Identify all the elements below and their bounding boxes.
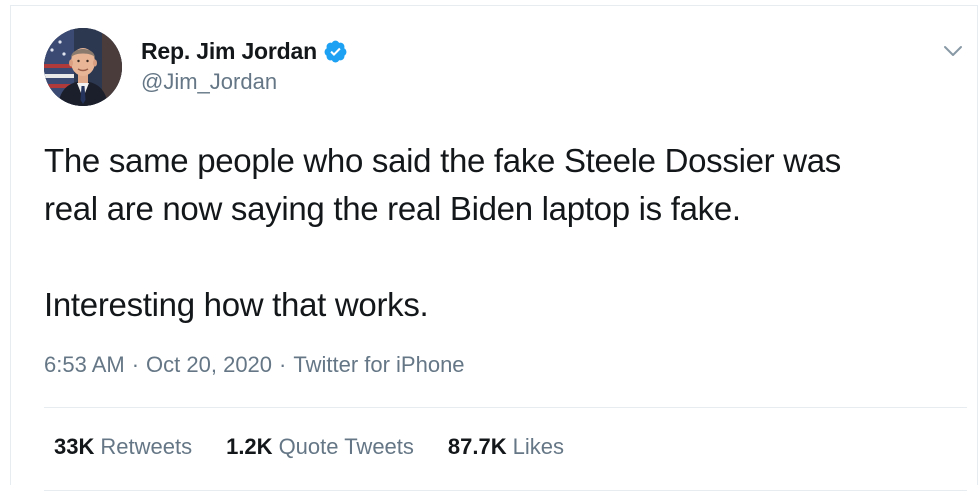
tweet-stats: 33K Retweets 1.2K Quote Tweets 87.7K Lik… [54, 434, 564, 460]
tweet-text-line-1: The same people who said the fake Steele… [44, 142, 842, 179]
author-handle[interactable]: @Jim_Jordan [141, 69, 277, 95]
quote-tweets-stat[interactable]: 1.2K Quote Tweets [226, 434, 414, 460]
tweet-text: The same people who said the fake Steele… [44, 137, 954, 329]
divider [44, 407, 967, 408]
retweets-label: Retweets [100, 434, 193, 459]
retweets-count: 33K [54, 434, 95, 459]
bottom-divider [44, 490, 967, 491]
tweet-text-paragraph-2: Interesting how that works. [44, 286, 429, 323]
retweets-stat[interactable]: 33K Retweets [54, 434, 192, 460]
tweet-time[interactable]: 6:53 AM [44, 352, 125, 378]
chevron-down-icon[interactable] [942, 42, 964, 60]
avatar-image [44, 28, 122, 106]
tweet-date[interactable]: Oct 20, 2020 [146, 352, 272, 378]
profile-avatar[interactable] [44, 28, 122, 106]
quote-tweets-count: 1.2K [226, 434, 273, 459]
tweet-source[interactable]: Twitter for iPhone [293, 352, 464, 378]
meta-separator: · [279, 352, 287, 377]
likes-label: Likes [512, 434, 564, 459]
tweet-card: Rep. Jim Jordan @Jim_Jordan The same peo… [10, 5, 978, 491]
meta-separator: · [131, 352, 140, 377]
author-display-name[interactable]: Rep. Jim Jordan [141, 38, 317, 65]
likes-count: 87.7K [447, 434, 507, 459]
verified-badge-icon [324, 40, 347, 63]
likes-stat[interactable]: 87.7K Likes [448, 434, 564, 460]
author-name-row: Rep. Jim Jordan [141, 38, 348, 65]
tweet-text-line-2: real are now saying the real Biden lapto… [44, 190, 741, 227]
tweet-meta: 6:53 AM · Oct 20, 2020 · Twitter for iPh… [44, 352, 465, 378]
quote-tweets-label: Quote Tweets [278, 434, 414, 459]
